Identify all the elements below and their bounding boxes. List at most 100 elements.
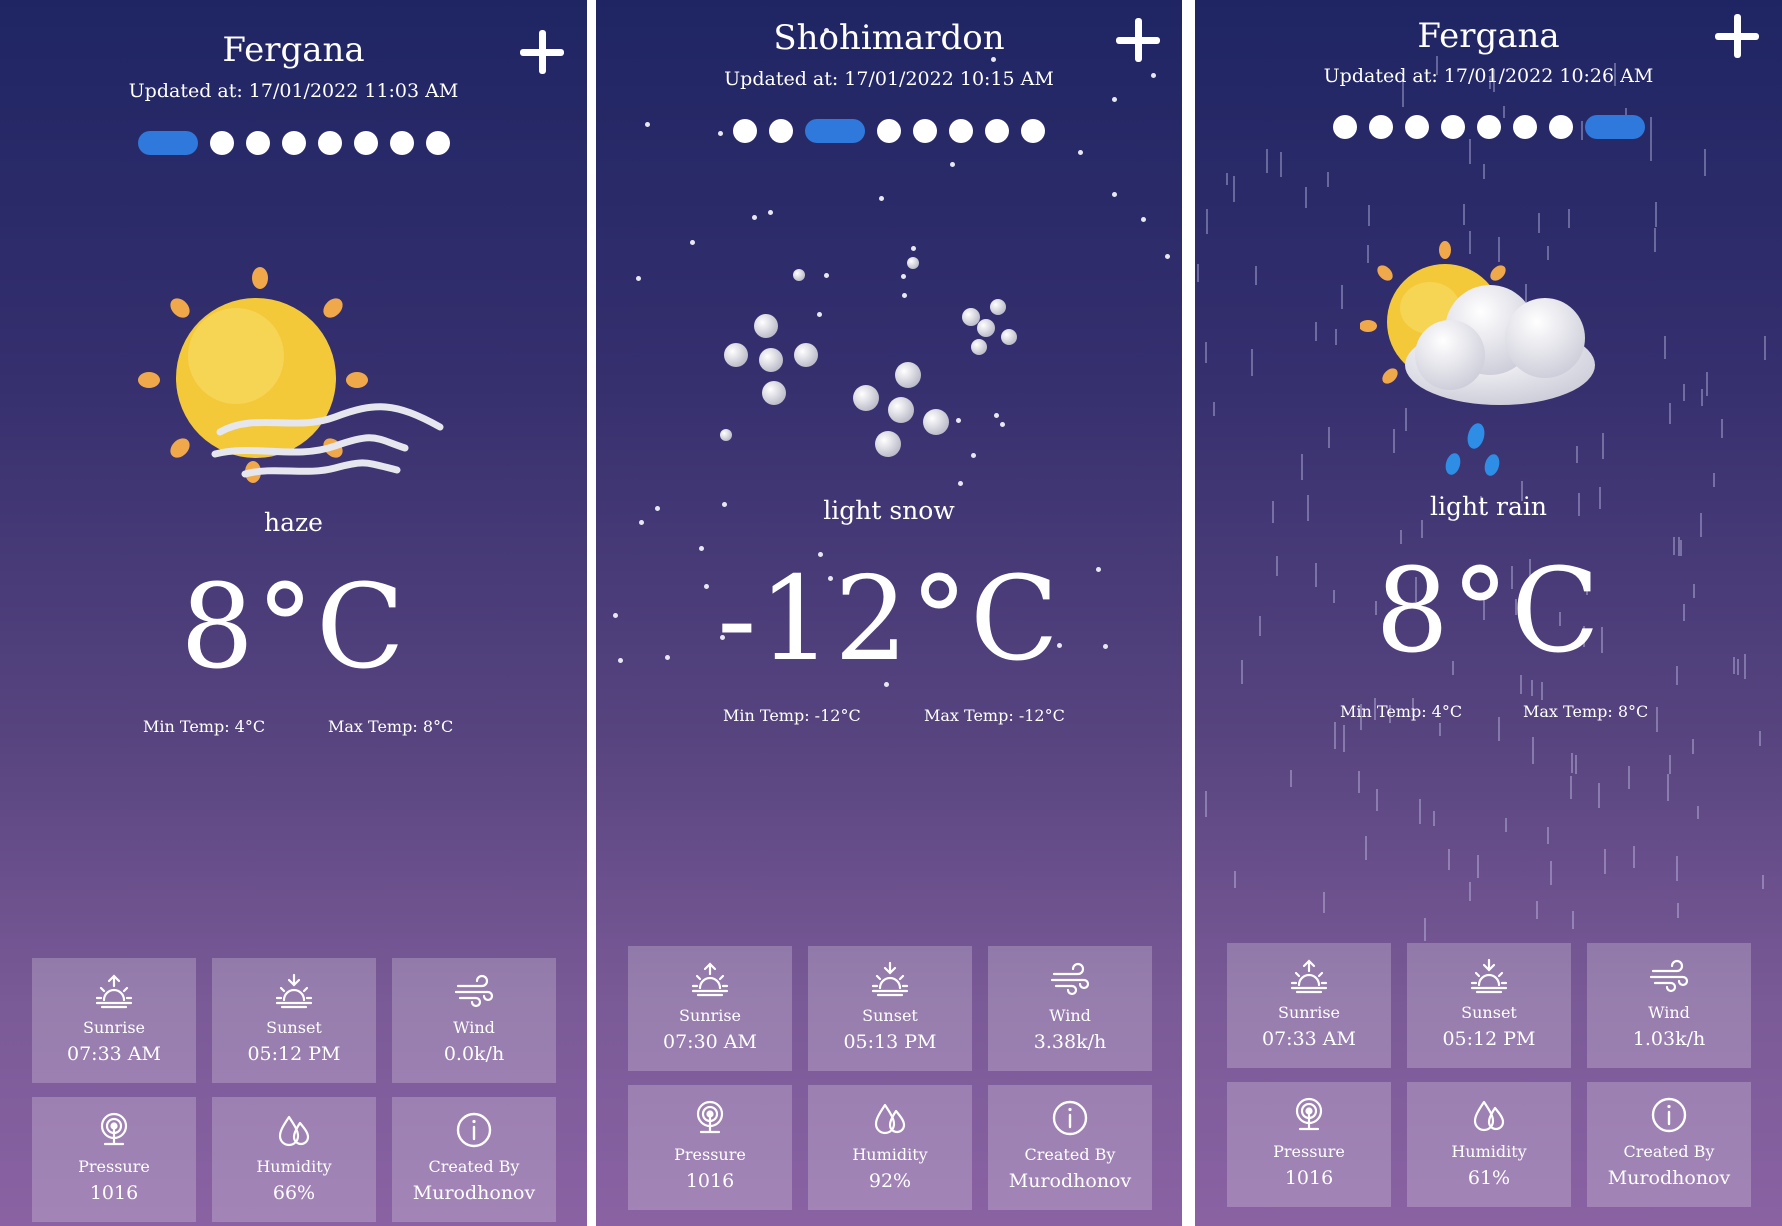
details-grid: Sunrise 07:30 AM Sunset 05:13 PM Wind 3.38k/h… [628, 946, 1152, 1210]
page-dot-active[interactable] [805, 119, 865, 143]
detail-tile-sunset: Sunset 05:12 PM [212, 958, 376, 1083]
tile-value: 61% [1467, 1167, 1511, 1189]
page-dot[interactable] [1440, 115, 1465, 139]
condition-text: light rain [1429, 492, 1548, 521]
tile-value: Murodhonov [1008, 1170, 1132, 1192]
page-dot[interactable] [245, 131, 270, 155]
tile-value: 07:30 AM [663, 1031, 757, 1053]
tile-value: 07:33 AM [1262, 1028, 1356, 1050]
tile-label: Wind [1648, 1003, 1690, 1022]
page-indicator [1195, 115, 1782, 139]
max-temp: Max Temp: 8°C [1523, 702, 1649, 721]
page-dot-active[interactable] [1584, 115, 1645, 139]
detail-tile-sunrise: Sunrise 07:33 AM [32, 958, 196, 1083]
page-dot[interactable] [389, 131, 414, 155]
detail-tile-info: Created By Murodhonov [1587, 1082, 1751, 1207]
tile-value: 07:33 AM [67, 1043, 161, 1065]
tile-value: 05:12 PM [247, 1043, 341, 1065]
tile-value: 0.0k/h [443, 1043, 505, 1065]
tile-value: 1016 [685, 1170, 735, 1192]
detail-tile-humidity: Humidity 61% [1407, 1082, 1571, 1207]
max-temp: Max Temp: 8°C [328, 717, 454, 736]
page-dot[interactable] [425, 131, 450, 155]
tile-label: Created By [1623, 1142, 1715, 1161]
detail-tile-sunset: Sunset 05:13 PM [808, 946, 972, 1071]
tile-label: Pressure [1273, 1142, 1345, 1161]
temperature: 8°C [1375, 544, 1602, 679]
tile-label: Created By [428, 1157, 520, 1176]
min-temp: Min Temp: 4°C [143, 717, 266, 736]
city-name: Fergana [222, 30, 365, 70]
detail-tile-humidity: Humidity 66% [212, 1097, 376, 1222]
info-icon [454, 1111, 494, 1153]
detail-tile-pressure: Pressure 1016 [628, 1085, 792, 1210]
tile-value: 05:12 PM [1442, 1028, 1536, 1050]
updated-time: Updated at: 17/01/2022 10:26 AM [1323, 65, 1654, 87]
detail-tile-info: Created By Murodhonov [392, 1097, 556, 1222]
page-dot[interactable] [1512, 115, 1537, 139]
tile-value: Murodhonov [1607, 1167, 1731, 1189]
page-indicator [596, 119, 1182, 143]
page-dot[interactable] [733, 119, 757, 143]
min-temp: Min Temp: -12°C [723, 706, 861, 725]
page-dot[interactable] [769, 119, 793, 143]
page-dot[interactable] [353, 131, 378, 155]
add-city-button[interactable] [518, 28, 566, 76]
humidity-icon [1469, 1096, 1509, 1138]
tile-label: Sunrise [678, 1006, 741, 1025]
page-dot-active[interactable] [137, 131, 198, 155]
condition-text: light snow [823, 496, 955, 525]
detail-tile-sunset: Sunset 05:12 PM [1407, 943, 1571, 1068]
details-grid: Sunrise 07:33 AM Sunset 05:12 PM Wind 0.0k/h P… [32, 958, 556, 1222]
detail-tile-wind: Wind 1.03k/h [1587, 943, 1751, 1068]
add-city-button[interactable] [1713, 12, 1761, 60]
tile-value: 1.03k/h [1632, 1028, 1706, 1050]
weather-screen-fergana-rain: Fergana Updated at: 17/01/2022 10:26 AM [1195, 0, 1782, 1226]
page-dot[interactable] [1476, 115, 1501, 139]
tile-label: Humidity [1451, 1142, 1527, 1161]
page-dot[interactable] [1332, 115, 1357, 139]
tile-value: Murodhonov [412, 1182, 536, 1204]
sun-cloud-rain-icon [1359, 240, 1620, 494]
page-dot[interactable] [1404, 115, 1429, 139]
detail-tile-sunrise: Sunrise 07:30 AM [628, 946, 792, 1071]
wind-icon [1050, 960, 1090, 1002]
tile-label: Created By [1024, 1145, 1116, 1164]
city-name: Shohimardon [773, 18, 1005, 58]
page-dot[interactable] [1548, 115, 1573, 139]
page-dot[interactable] [877, 119, 901, 143]
tile-value: 05:13 PM [843, 1031, 937, 1053]
tile-label: Pressure [674, 1145, 746, 1164]
page-dot[interactable] [281, 131, 306, 155]
temperature: 8°C [180, 560, 407, 695]
detail-tile-wind: Wind 3.38k/h [988, 946, 1152, 1071]
max-temp: Max Temp: -12°C [924, 706, 1065, 725]
min-temp: Min Temp: 4°C [1340, 702, 1463, 721]
sunset-icon [870, 960, 910, 1002]
tile-label: Sunrise [82, 1018, 145, 1037]
sunrise-icon [1289, 957, 1329, 999]
page-dot[interactable] [1021, 119, 1045, 143]
sun-haze-icon [135, 262, 455, 496]
page-dot[interactable] [209, 131, 234, 155]
page-dot[interactable] [317, 131, 342, 155]
sunset-icon [274, 972, 314, 1014]
wind-icon [454, 972, 494, 1014]
snow-icon [716, 255, 1046, 469]
weather-screen-shohimardon-snow: Shohimardon Updated at: 17/01/2022 10:15… [596, 0, 1182, 1226]
detail-tile-sunrise: Sunrise 07:33 AM [1227, 943, 1391, 1068]
pressure-icon [690, 1099, 730, 1141]
city-name: Fergana [1417, 16, 1560, 56]
tile-label: Sunset [1461, 1003, 1517, 1022]
pressure-icon [1289, 1096, 1329, 1138]
page-dot[interactable] [985, 119, 1009, 143]
page-dot[interactable] [1368, 115, 1393, 139]
detail-tile-info: Created By Murodhonov [988, 1085, 1152, 1210]
wind-icon [1649, 957, 1689, 999]
page-dot[interactable] [913, 119, 937, 143]
detail-tile-pressure: Pressure 1016 [32, 1097, 196, 1222]
page-dot[interactable] [949, 119, 973, 143]
details-grid: Sunrise 07:33 AM Sunset 05:12 PM Wind 1.03k/h… [1227, 943, 1751, 1207]
tile-label: Wind [1049, 1006, 1091, 1025]
add-city-button[interactable] [1114, 16, 1162, 64]
